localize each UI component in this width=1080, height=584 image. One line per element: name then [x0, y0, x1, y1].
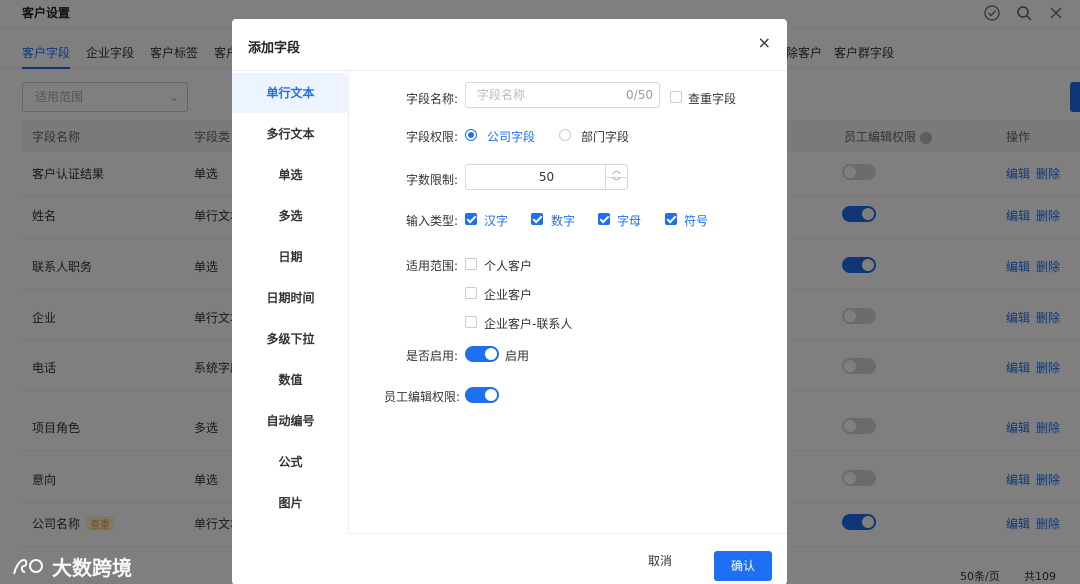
field-type-item[interactable]: 自动编号: [232, 401, 349, 441]
confirm-button[interactable]: 确认: [714, 551, 772, 581]
staff-edit-label: 员工编辑权限:: [384, 390, 461, 404]
scope-contact-checkbox[interactable]: [465, 316, 477, 328]
input-type-letter-label: 字母: [617, 214, 642, 228]
dedupe-label: 查重字段: [688, 92, 737, 106]
field-type-item[interactable]: 单选: [232, 155, 349, 195]
input-type-hanzi-label: 汉字: [484, 214, 509, 228]
add-field-dialog: 添加字段 × 单行文本 多行文本 单选 多选 日期 日期时间 多级下拉 数值 自动编号 公式 图片 …: [232, 19, 787, 584]
input-type-label: 输入类型:: [406, 214, 459, 228]
cancel-button[interactable]: 取消: [648, 552, 672, 569]
scope-enterprise-checkbox[interactable]: [465, 287, 477, 299]
field-type-item[interactable]: 多级下拉: [232, 319, 349, 359]
field-type-item[interactable]: 单行文本: [232, 73, 349, 113]
radio-department-field[interactable]: [559, 129, 571, 141]
brand-mark-icon: [13, 558, 43, 574]
limit-label: 字数限制:: [406, 173, 459, 187]
staff-edit-toggle[interactable]: [465, 387, 499, 403]
scope-label: 适用范围:: [406, 259, 459, 273]
enable-text: 启用: [505, 349, 530, 363]
permission-label: 字段权限:: [406, 130, 459, 144]
input-type-digit-label: 数字: [551, 214, 576, 228]
char-counter: 0/50: [626, 88, 653, 102]
stepper-down-icon[interactable]: ﹀: [605, 178, 627, 190]
input-type-digit-checkbox[interactable]: [531, 213, 543, 225]
input-type-symbol-checkbox[interactable]: [665, 213, 677, 225]
input-type-symbol-label: 符号: [684, 214, 709, 228]
field-name-label: 字段名称:: [406, 92, 459, 106]
field-type-item[interactable]: 图片: [232, 483, 349, 523]
radio-department-field-label: 部门字段: [581, 130, 630, 144]
limit-stepper[interactable]: 50 ︿ ﹀: [465, 164, 628, 190]
brand-name: 大数跨境: [52, 556, 132, 580]
enable-label: 是否启用:: [406, 349, 459, 363]
field-type-item[interactable]: 多选: [232, 196, 349, 236]
enable-toggle[interactable]: [465, 346, 499, 362]
field-type-item[interactable]: 日期: [232, 237, 349, 277]
dialog-title: 添加字段: [248, 41, 301, 56]
limit-value: 50: [538, 170, 555, 184]
field-type-item[interactable]: 日期时间: [232, 278, 349, 318]
field-name-input[interactable]: 字段名称 0/50: [465, 82, 660, 108]
radio-company-field[interactable]: [465, 129, 477, 141]
dedupe-checkbox[interactable]: [670, 91, 682, 103]
scope-personal-label: 个人客户: [484, 259, 533, 273]
scope-contact-label: 企业客户-联系人: [484, 317, 573, 331]
field-name-placeholder: 字段名称: [477, 88, 526, 102]
brand-logo: 大数跨境: [10, 552, 132, 581]
dialog-footer: 取消 确认: [349, 533, 787, 584]
field-type-list: 单行文本 多行文本 单选 多选 日期 日期时间 多级下拉 数值 自动编号 公式 图片: [232, 71, 349, 533]
radio-company-field-label: 公司字段: [487, 130, 536, 144]
scope-personal-checkbox[interactable]: [465, 258, 477, 270]
input-type-letter-checkbox[interactable]: [598, 213, 610, 225]
field-type-item[interactable]: 多行文本: [232, 114, 349, 154]
input-type-hanzi-checkbox[interactable]: [465, 213, 477, 225]
scope-enterprise-label: 企业客户: [484, 288, 533, 302]
field-type-item[interactable]: 公式: [232, 442, 349, 482]
close-icon[interactable]: ×: [758, 33, 771, 52]
stepper-up-icon[interactable]: ︿: [605, 165, 627, 178]
field-type-item[interactable]: 数值: [232, 360, 349, 400]
dialog-header: 添加字段 ×: [232, 19, 787, 71]
